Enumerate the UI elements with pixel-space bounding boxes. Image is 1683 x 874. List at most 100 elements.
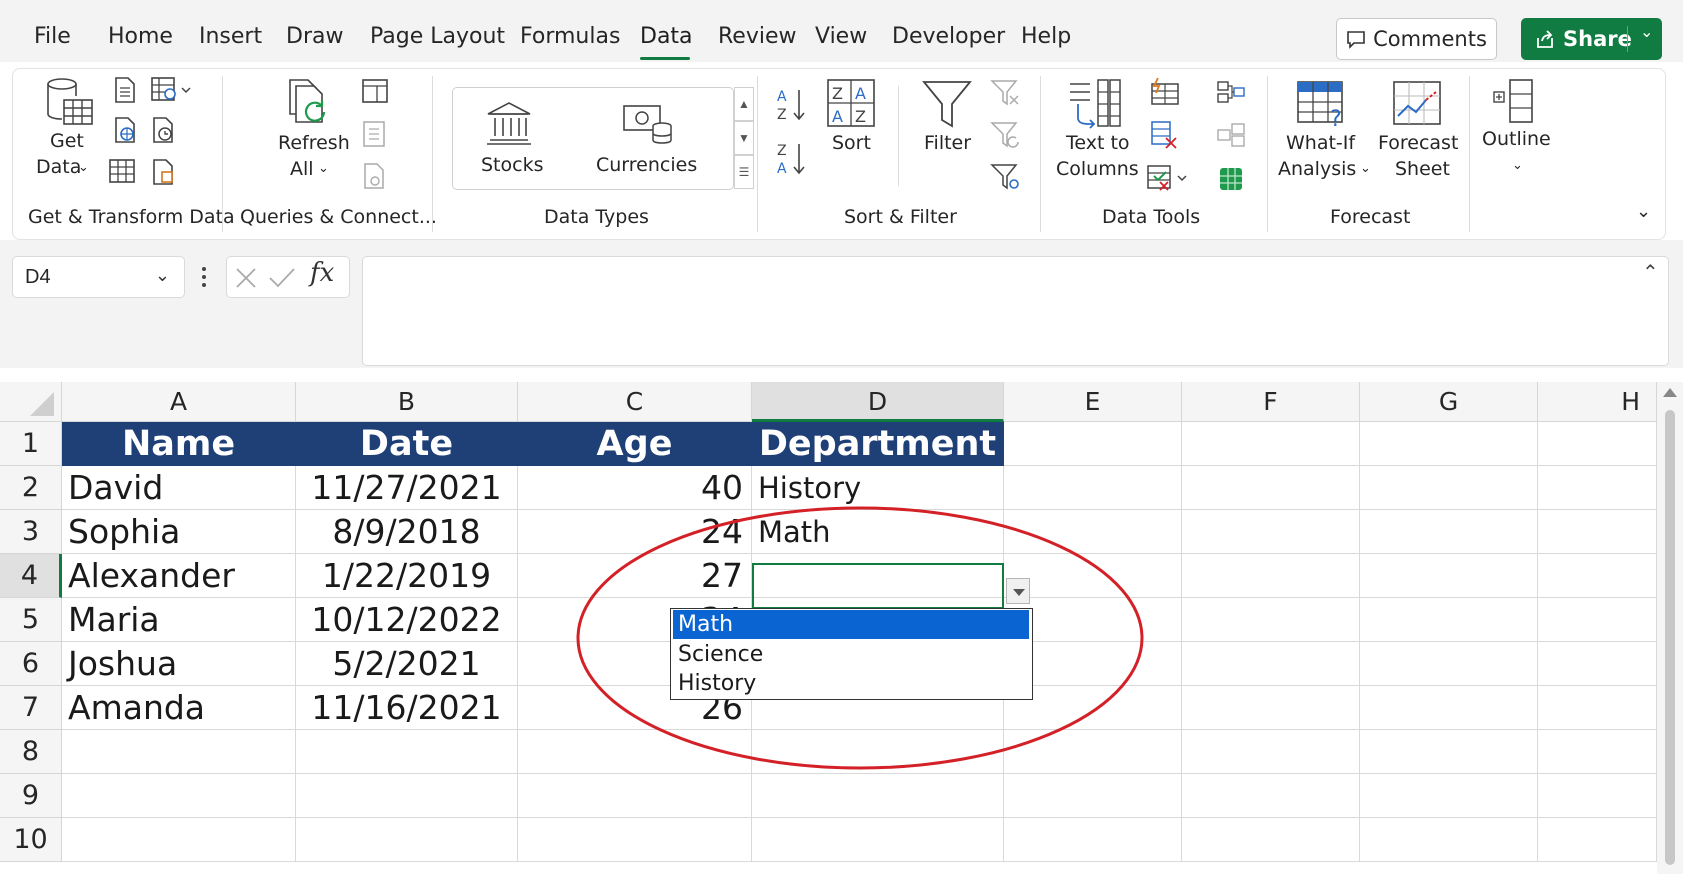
empty-cell[interactable]	[1182, 598, 1360, 642]
empty-cell[interactable]	[1360, 642, 1538, 686]
tab-review[interactable]: Review	[718, 24, 797, 49]
dropdown-option-science[interactable]: Science	[673, 640, 1029, 669]
queries-connections-icon[interactable]	[361, 78, 389, 104]
empty-cell[interactable]	[1360, 554, 1538, 598]
empty-cell[interactable]	[1360, 510, 1538, 554]
column-header-d[interactable]: D	[752, 382, 1004, 422]
empty-cell[interactable]	[62, 774, 296, 818]
empty-cell[interactable]	[1538, 730, 1657, 774]
enter-check-icon[interactable]	[268, 266, 296, 290]
active-cell-d4[interactable]	[752, 563, 1004, 609]
share-chevron-icon[interactable]: ⌄	[1640, 22, 1653, 42]
empty-cell[interactable]	[1182, 422, 1360, 466]
insert-function-icon[interactable]: fx	[310, 258, 334, 288]
gallery-down-icon[interactable]: ▼	[734, 121, 754, 155]
dropdown-option-history[interactable]: History	[673, 669, 1029, 698]
cell-b6[interactable]: 5/2/2021	[296, 642, 518, 686]
ribbon-expand-chevron-icon[interactable]: ⌄	[1636, 198, 1651, 225]
empty-cell[interactable]	[1182, 818, 1360, 862]
filter-icon[interactable]	[922, 78, 972, 130]
empty-cell[interactable]	[1004, 466, 1182, 510]
empty-cell[interactable]	[1360, 686, 1538, 730]
empty-cell[interactable]	[1004, 774, 1182, 818]
stocks-label[interactable]: Stocks	[481, 152, 543, 179]
recent-sources-icon[interactable]	[150, 116, 176, 144]
cell-c4[interactable]: 27	[518, 554, 752, 598]
empty-cell[interactable]	[1182, 466, 1360, 510]
tab-draw[interactable]: Draw	[286, 24, 343, 49]
advanced-filter-icon[interactable]	[990, 162, 1022, 192]
row-header-6[interactable]: 6	[0, 642, 62, 686]
cell-b3[interactable]: 8/9/2018	[296, 510, 518, 554]
what-if-analysis-icon[interactable]: ?	[1296, 80, 1352, 130]
empty-cell[interactable]	[1538, 642, 1657, 686]
scroll-up-icon[interactable]	[1663, 388, 1677, 397]
empty-cell[interactable]	[1360, 466, 1538, 510]
tab-view[interactable]: View	[815, 24, 867, 49]
gallery-more-icon[interactable]: ☰	[734, 155, 754, 189]
gallery-up-icon[interactable]: ▲	[734, 87, 754, 121]
empty-cell[interactable]	[1538, 422, 1657, 466]
column-header-h[interactable]: H	[1538, 382, 1657, 422]
empty-cell[interactable]	[1360, 730, 1538, 774]
cell-d3[interactable]: Math	[752, 510, 1004, 554]
row-header-2[interactable]: 2	[0, 466, 62, 510]
header-cell-name[interactable]: Name	[62, 422, 296, 466]
tab-home[interactable]: Home	[108, 24, 173, 49]
empty-cell[interactable]	[1538, 598, 1657, 642]
empty-cell[interactable]	[1182, 642, 1360, 686]
dropdown-option-math[interactable]: Math	[673, 610, 1029, 639]
column-header-a[interactable]: A	[62, 382, 296, 422]
from-table-icon[interactable]	[150, 76, 194, 104]
validation-dropdown-arrow-icon[interactable]	[1006, 578, 1030, 604]
tab-data[interactable]: Data	[640, 24, 693, 49]
empty-cell[interactable]	[1182, 730, 1360, 774]
row-header-4[interactable]: 4	[0, 554, 62, 598]
remove-duplicates-icon[interactable]	[1150, 120, 1180, 150]
from-web-icon[interactable]	[112, 116, 138, 144]
text-to-columns-icon[interactable]	[1068, 78, 1124, 130]
empty-cell[interactable]	[1004, 818, 1182, 862]
scrollbar-thumb[interactable]	[1665, 410, 1675, 865]
flash-fill-icon[interactable]	[1150, 78, 1180, 106]
column-header-c[interactable]: C	[518, 382, 752, 422]
cell-a3[interactable]: Sophia	[62, 510, 296, 554]
get-data-icon[interactable]	[44, 76, 96, 132]
existing-connections-icon[interactable]	[150, 158, 176, 186]
empty-cell[interactable]	[296, 774, 518, 818]
cell-a4[interactable]: Alexander	[62, 554, 296, 598]
reapply-filter-icon[interactable]	[990, 120, 1022, 150]
outline-icon[interactable]	[1492, 78, 1536, 126]
empty-cell[interactable]	[518, 730, 752, 774]
empty-cell[interactable]	[752, 774, 1004, 818]
header-cell-date[interactable]: Date	[296, 422, 518, 466]
outline-label[interactable]: Outline	[1482, 126, 1551, 153]
empty-cell[interactable]	[1538, 818, 1657, 862]
edit-links-icon[interactable]	[361, 162, 387, 190]
clear-filter-icon[interactable]	[990, 78, 1022, 108]
empty-cell[interactable]	[62, 730, 296, 774]
empty-cell[interactable]	[752, 818, 1004, 862]
empty-cell[interactable]	[752, 730, 1004, 774]
column-header-b[interactable]: B	[296, 382, 518, 422]
tab-formulas[interactable]: Formulas	[520, 24, 620, 49]
column-header-e[interactable]: E	[1004, 382, 1182, 422]
name-box[interactable]: D4 ⌄	[12, 256, 185, 298]
header-cell-department[interactable]: Department	[752, 422, 1004, 466]
empty-cell[interactable]	[1538, 554, 1657, 598]
data-validation-icon[interactable]	[1146, 164, 1190, 192]
data-model-icon[interactable]	[1216, 164, 1246, 194]
column-header-g[interactable]: G	[1360, 382, 1538, 422]
tab-help[interactable]: Help	[1021, 24, 1071, 49]
from-range-icon[interactable]	[108, 158, 136, 184]
empty-cell[interactable]	[1182, 510, 1360, 554]
tab-insert[interactable]: Insert	[199, 24, 262, 49]
tab-developer[interactable]: Developer	[892, 24, 1005, 49]
row-header-8[interactable]: 8	[0, 730, 62, 774]
relationships-icon[interactable]	[1216, 122, 1246, 148]
cell-b2[interactable]: 11/27/2021	[296, 466, 518, 510]
consolidate-icon[interactable]	[1216, 80, 1246, 106]
sort-label[interactable]: Sort	[832, 130, 871, 157]
row-header-7[interactable]: 7	[0, 686, 62, 730]
cell-a5[interactable]: Maria	[62, 598, 296, 642]
